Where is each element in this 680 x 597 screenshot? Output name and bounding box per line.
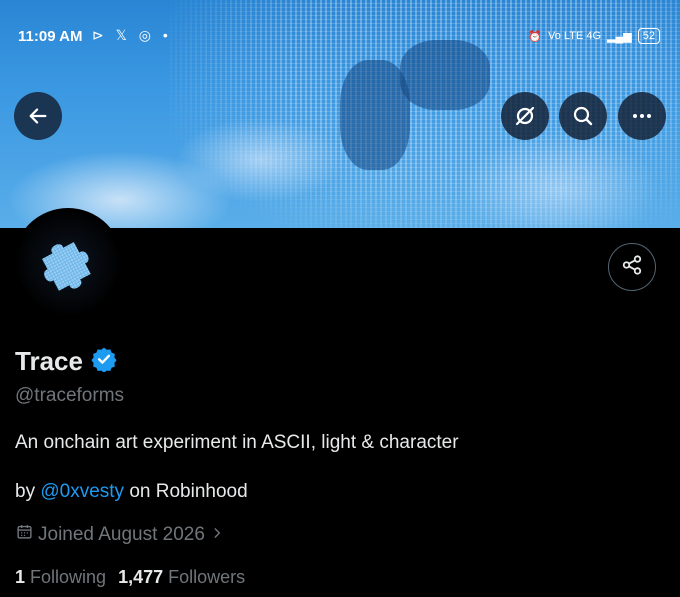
profile-avatar[interactable]: [13, 208, 123, 318]
follow-stats: 1 Following 1,477 Followers: [15, 567, 245, 588]
following-count: 1: [15, 567, 26, 587]
profile-handle: @traceforms: [15, 385, 125, 406]
more-options-button[interactable]: [618, 92, 666, 140]
followers-label: Followers: [168, 567, 246, 587]
joined-date-row[interactable]: Joined August 2026: [16, 523, 224, 546]
byline-prefix: by: [15, 481, 41, 502]
back-arrow-icon: [27, 105, 49, 127]
avatar-image: [17, 212, 119, 314]
back-button[interactable]: [14, 92, 62, 140]
following-label: Following: [30, 567, 107, 587]
verified-badge-icon[interactable]: [91, 346, 117, 377]
chevron-right-icon: [210, 524, 224, 546]
profile-name: Trace: [15, 346, 83, 376]
alarm-icon: ⏰: [528, 30, 543, 43]
byline-mention-link[interactable]: @0xvesty: [40, 481, 124, 502]
signal-icon: ▂▄▆: [607, 30, 632, 43]
followers-link[interactable]: 1,477 Followers: [118, 567, 245, 588]
battery-indicator: 52: [637, 28, 660, 44]
more-icon: [630, 104, 654, 128]
followers-count: 1,477: [118, 567, 164, 587]
share-icon: [621, 254, 643, 281]
byline-suffix: on Robinhood: [124, 481, 248, 502]
puzzle-piece-icon: [32, 225, 104, 302]
profile-byline: by @0xvesty on Robinhood: [15, 481, 248, 503]
search-icon: [571, 104, 595, 128]
status-app-icons: ⊳ 𝕏 ◎ •: [92, 27, 172, 43]
grok-button[interactable]: [501, 92, 549, 140]
status-indicators: ⏰ Vo LTE 4G ▂▄▆ 52: [528, 28, 660, 44]
profile-bio: An onchain art experiment in ASCII, ligh…: [15, 432, 459, 453]
profile-name-row: Trace: [15, 346, 117, 377]
status-time: 11:09 AM: [18, 28, 83, 45]
following-link[interactable]: 1 Following: [15, 567, 106, 588]
calendar-icon: [16, 523, 33, 546]
share-button[interactable]: [608, 243, 656, 291]
search-button[interactable]: [559, 92, 607, 140]
grok-icon: [513, 104, 537, 128]
joined-date-text: Joined August 2026: [38, 523, 205, 545]
status-bar: 11:09 AM ⊳ 𝕏 ◎ • ⏰ Vo LTE 4G ▂▄▆ 52: [0, 22, 680, 52]
network-label: Vo LTE 4G: [548, 30, 602, 42]
